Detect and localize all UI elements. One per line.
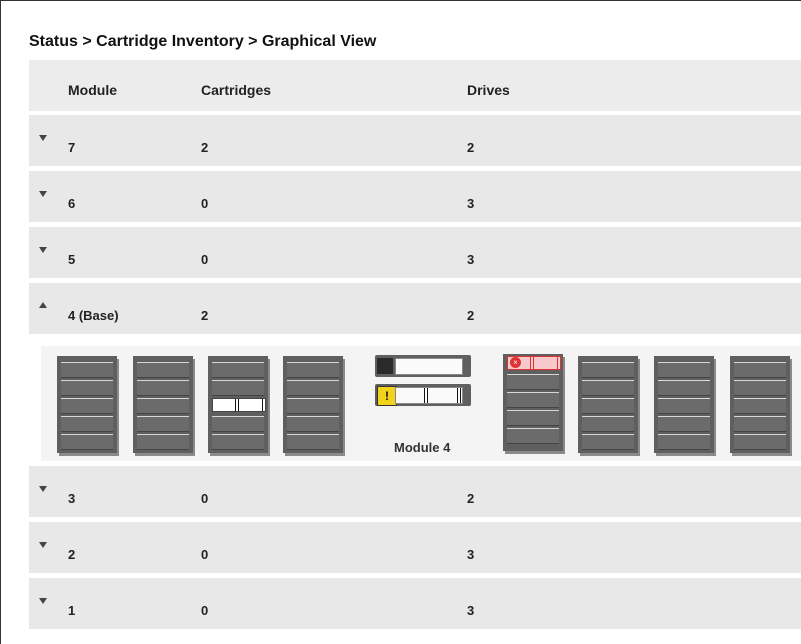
column-header-module[interactable]: Module bbox=[68, 82, 117, 98]
table-row-module-2[interactable]: 2 0 3 bbox=[29, 522, 801, 573]
module-label: Module 4 bbox=[394, 440, 451, 455]
drives-cell: 2 bbox=[467, 491, 475, 506]
column-header-cartridges[interactable]: Cartridges bbox=[201, 82, 271, 98]
drives-cell: 3 bbox=[467, 252, 475, 267]
table-row-module-7[interactable]: 7 2 2 bbox=[29, 115, 801, 166]
cartridge-barcode[interactable] bbox=[212, 398, 266, 412]
expand-arrow-icon[interactable] bbox=[39, 598, 47, 604]
module-cell: 4 (Base) bbox=[68, 308, 119, 323]
table-row-module-6[interactable]: 6 0 3 bbox=[29, 171, 801, 222]
table-row-module-3[interactable]: 3 0 2 bbox=[29, 466, 801, 517]
drives-cell: 3 bbox=[467, 603, 475, 618]
cartridges-cell: 0 bbox=[201, 547, 209, 562]
drives-cell: 3 bbox=[467, 196, 475, 211]
module-cell: 3 bbox=[68, 491, 76, 506]
cartridges-cell: 0 bbox=[201, 603, 209, 618]
module-cell: 2 bbox=[68, 547, 76, 562]
magazine[interactable]: × bbox=[503, 354, 563, 451]
expand-arrow-icon[interactable] bbox=[39, 542, 47, 548]
cartridges-cell: 0 bbox=[201, 252, 209, 267]
magazine[interactable] bbox=[133, 356, 193, 453]
expand-arrow-icon[interactable] bbox=[39, 486, 47, 492]
expand-arrow-icon[interactable] bbox=[39, 135, 47, 141]
cartridges-cell: 0 bbox=[201, 196, 209, 211]
tape-drive-warning[interactable]: ! bbox=[375, 384, 471, 406]
cartridges-cell: 0 bbox=[201, 491, 209, 506]
expand-arrow-icon[interactable] bbox=[39, 191, 47, 197]
drives-cell: 2 bbox=[467, 140, 475, 155]
drives-cell: 2 bbox=[467, 308, 475, 323]
drives-cell: 3 bbox=[467, 547, 475, 562]
cartridges-cell: 2 bbox=[201, 308, 209, 323]
table-row-module-4-base[interactable]: 4 (Base) 2 2 bbox=[29, 283, 801, 334]
module-graphic-panel: ! Module 4 × bbox=[29, 336, 801, 462]
magazine[interactable] bbox=[730, 356, 790, 453]
module-cell: 5 bbox=[68, 252, 76, 267]
tape-drive[interactable] bbox=[375, 355, 471, 377]
magazine[interactable] bbox=[208, 356, 268, 453]
table-header: Module Cartridges Drives bbox=[29, 60, 801, 111]
table-row-module-5[interactable]: 5 0 3 bbox=[29, 227, 801, 278]
cartridges-cell: 2 bbox=[201, 140, 209, 155]
magazine[interactable] bbox=[654, 356, 714, 453]
cartridge-barcode-error[interactable]: × bbox=[507, 356, 561, 370]
expand-arrow-icon[interactable] bbox=[39, 247, 47, 253]
magazine[interactable] bbox=[578, 356, 638, 453]
error-icon: × bbox=[510, 357, 521, 368]
magazine[interactable] bbox=[283, 356, 343, 453]
module-cell: 1 bbox=[68, 603, 76, 618]
module-cell: 6 bbox=[68, 196, 76, 211]
drive-front bbox=[395, 358, 463, 375]
breadcrumb: Status > Cartridge Inventory > Graphical… bbox=[29, 33, 377, 50]
drive-cartridge-barcode bbox=[395, 387, 463, 404]
column-header-drives[interactable]: Drives bbox=[467, 82, 510, 98]
magazine[interactable] bbox=[57, 356, 117, 453]
table-row-module-1[interactable]: 1 0 3 bbox=[29, 578, 801, 629]
module-cell: 7 bbox=[68, 140, 76, 155]
drive-indicator bbox=[377, 358, 393, 374]
collapse-arrow-icon[interactable] bbox=[39, 302, 47, 308]
warning-icon: ! bbox=[377, 386, 397, 406]
